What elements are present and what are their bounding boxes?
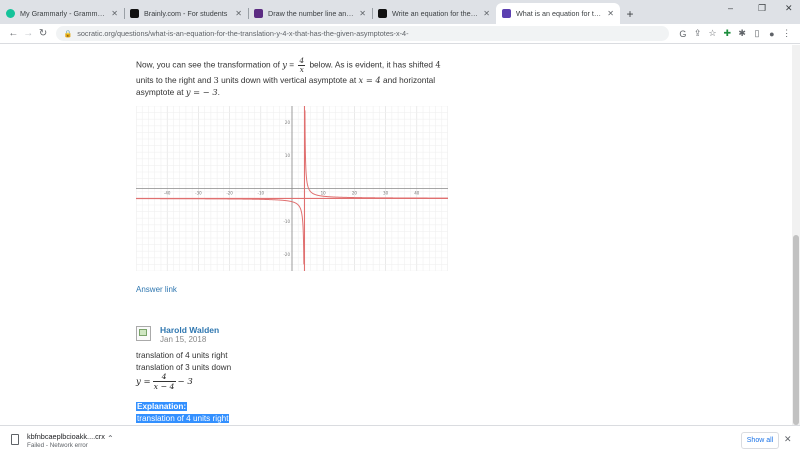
text: and horizontal [380,75,436,85]
explanation-label: Explanation: [136,402,188,411]
tab-write-equation[interactable]: Write an equation for the translat ✕ [372,3,496,24]
y-tick-label: -10 [283,219,290,224]
y-tick-label: -20 [283,252,290,257]
close-window-icon[interactable]: ✕ [785,3,793,14]
menu-dots-icon[interactable]: ⋮ [779,28,794,39]
x-tick-label: -10 [258,191,265,196]
fraction: 4x [298,57,306,74]
text: units down with vertical asymptote at [218,75,359,85]
download-bar: kbfnbcaeplbcioakk....crx Failed - Networ… [0,425,800,454]
text: units to the right and [136,75,214,85]
tab-title: What is an equation for the trans [516,9,603,18]
text: below. As is evident, it has shifted [307,59,436,70]
function-graph: -40 -30 -20 -10 10 20 30 40 20 10 -10 -20 [136,106,448,271]
close-tab-icon[interactable]: ✕ [235,9,242,18]
x-tick-label: 10 [321,191,327,196]
answer-line-1: translation of 4 units right [136,351,228,360]
text: Now, you can see the transformation of [136,59,283,70]
close-icon[interactable]: ✕ [784,434,792,445]
share-icon[interactable]: ⇪ [690,28,705,39]
tab-socratic[interactable]: What is an equation for the trans ✕ [496,3,620,24]
tab-grammarly[interactable]: My Grammarly - Grammarly ✕ [0,3,124,24]
para-line-2: units to the right and 3 units down with… [136,74,448,86]
text: = [286,59,297,70]
explanation-first-line: translation of 4 units right [136,414,230,423]
author-avatar[interactable] [136,326,151,341]
tab-number-line[interactable]: Draw the number line and repres ✕ [248,3,372,24]
answer-equation: y = 4x − 4 − 3 [136,372,193,391]
tab-title: Write an equation for the translat [392,9,479,18]
eq-rhs: − 3 [177,376,193,387]
tab-title: Draw the number line and repres [268,9,355,18]
grammarly-favicon-icon [6,9,15,18]
bookmark-star-icon[interactable]: ☆ [705,28,720,39]
extension-plus-icon[interactable]: ✚ [720,28,735,39]
tab-title: Brainly.com - For students [144,9,228,18]
x-tick-label: 40 [414,191,420,196]
download-status: Failed - Network error [27,442,88,449]
back-arrow-icon[interactable]: ← [6,28,21,39]
brainly-favicon-icon [378,9,387,18]
eq-denominator: x − 4 [153,382,175,391]
url-text: socratic.org/questions/what-is-an-equati… [77,29,409,38]
socratic-favicon-icon [502,9,511,18]
site-favicon-icon [254,9,263,18]
brainly-favicon-icon [130,9,139,18]
answer-date: Jan 15, 2018 [160,335,207,344]
x-tick-label: -40 [164,191,171,196]
close-tab-icon[interactable]: ✕ [607,9,614,18]
para-line-3: asymptote at y = − 3. [136,86,448,98]
tab-title: My Grammarly - Grammarly [20,9,108,18]
eq-fraction: 4x − 4 [152,372,176,391]
close-tab-icon[interactable]: ✕ [483,9,490,18]
browser-toolbar: ← → ↻ 🔒 socratic.org/questions/what-is-a… [0,24,800,44]
tab-brainly[interactable]: Brainly.com - For students ✕ [124,3,248,24]
minimize-icon[interactable]: – [728,3,733,13]
page-scrollbar[interactable] [792,45,800,425]
sidebar-icon[interactable]: ▯ [750,28,765,39]
text: asymptote at [136,87,186,97]
x-tick-label: 20 [352,191,358,196]
show-all-button[interactable]: Show all [741,432,779,449]
x-tick-label: -20 [226,191,233,196]
text: . [217,87,220,97]
answer-line-2: translation of 3 units down [136,363,232,372]
para-line-1: Now, you can see the transformation of y… [136,57,448,74]
page-content: Now, you can see the transformation of y… [0,45,792,425]
forward-arrow-icon[interactable]: → [21,28,36,39]
restore-icon[interactable]: ❐ [758,3,766,14]
answer-link[interactable]: Answer link [136,285,177,294]
x-tick-label: 30 [383,191,389,196]
download-filename[interactable]: kbfnbcaeplbcioakk....crx [27,432,105,441]
horizontal-asymptote-math: y = − 3 [185,87,218,97]
close-tab-icon[interactable]: ✕ [359,9,366,18]
eq-numerator: 4 [152,372,176,382]
tab-strip: My Grammarly - Grammarly ✕ Brainly.com -… [0,0,800,24]
reload-icon[interactable]: ↻ [36,28,51,39]
google-icon[interactable]: G [675,29,690,39]
address-bar[interactable]: 🔒 socratic.org/questions/what-is-an-equa… [56,26,670,41]
explanation-paragraph: Now, you can see the transformation of y… [136,57,448,98]
close-tab-icon[interactable]: ✕ [111,9,118,18]
math-num: 4 [435,59,441,70]
denominator: x [299,65,304,74]
eq-lhs: y = [136,376,151,387]
profile-avatar-icon[interactable]: ● [764,29,779,39]
x-tick-label: -30 [195,191,202,196]
chevron-up-icon[interactable]: ⌃ [107,434,114,443]
vertical-asymptote-math: x = 4 [358,75,381,85]
lock-icon: 🔒 [63,30,73,38]
file-icon [11,434,19,445]
y-tick-label: 10 [285,153,291,158]
new-tab-plus-icon[interactable]: + [620,3,640,24]
puzzle-icon[interactable]: ✱ [735,28,750,39]
y-tick-label: 20 [285,120,291,125]
scrollbar-thumb[interactable] [793,235,799,425]
author-name[interactable]: Harold Walden [160,325,219,335]
